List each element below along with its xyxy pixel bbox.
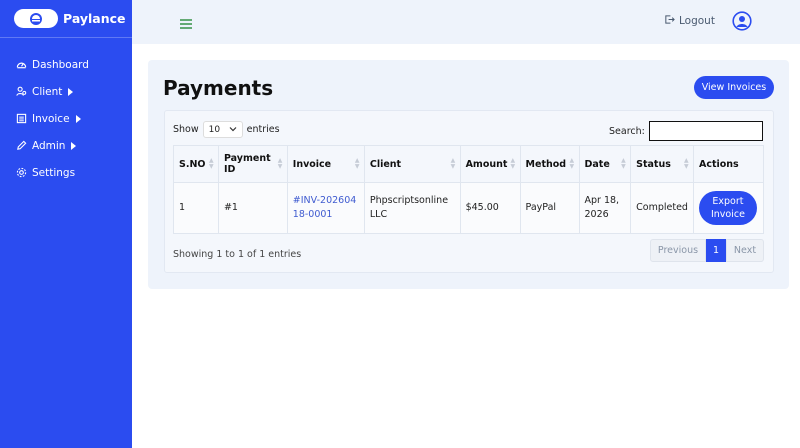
sidebar-item-admin[interactable]: Admin: [0, 132, 132, 159]
pagination: Previous 1 Next: [650, 239, 764, 262]
search-label: Search:: [609, 125, 645, 137]
sidebar-item-dashboard[interactable]: Dashboard: [0, 51, 132, 78]
table-row: 1 #1 #INV-20260418-0001 Phpscriptsonline…: [173, 182, 765, 234]
caret-right-icon: [71, 141, 77, 150]
sidebar-item-label: Dashboard: [32, 58, 89, 71]
sort-icon: ▲ ▼: [277, 157, 283, 170]
pagination-previous[interactable]: Previous: [650, 239, 706, 262]
gear-icon: [15, 167, 27, 179]
sort-icon: ▲ ▼: [450, 157, 456, 170]
entries-select[interactable]: 10: [202, 121, 243, 138]
entries-length-control: Show 10 entries: [173, 121, 280, 138]
sort-icon: ▲ ▼: [354, 157, 360, 170]
column-header-actions: Actions: [692, 145, 765, 183]
page-title: Payments: [163, 76, 274, 100]
cell-method: PayPal: [519, 182, 580, 234]
cell-sno: 1: [173, 182, 219, 234]
logout-link[interactable]: Logout: [664, 14, 715, 28]
column-header-invoice[interactable]: Invoice ▲ ▼: [286, 145, 365, 183]
logout-icon: [664, 14, 675, 28]
invoice-link[interactable]: #INV-20260418-0001: [293, 195, 357, 220]
chevron-down-icon: [229, 125, 237, 135]
user-avatar-icon[interactable]: [732, 11, 752, 31]
cell-payment-id: #1: [217, 182, 288, 234]
hamburger-menu-icon[interactable]: [180, 15, 192, 29]
sort-icon: ▲ ▼: [621, 157, 626, 170]
entries-select-value: 10: [208, 124, 221, 135]
brand-logo-icon: [14, 9, 58, 28]
column-header-method[interactable]: Method ▲ ▼: [519, 145, 580, 183]
payments-card: Payments View Invoices Show 10 entries S…: [148, 60, 789, 289]
table-info: Showing 1 to 1 of 1 entries: [173, 249, 302, 260]
length-suffix: entries: [246, 124, 280, 135]
sidebar-item-label: Client: [32, 85, 63, 98]
gauge-icon: [15, 59, 27, 71]
pagination-next[interactable]: Next: [726, 239, 764, 262]
sort-icon: ▲ ▼: [510, 157, 516, 170]
payments-table: S.NO ▲ ▼ Payment ID ▲ ▼ Invoice ▲ ▼ Client ▲ ▼ A…: [173, 145, 765, 234]
logout-label: Logout: [679, 15, 715, 27]
sidebar-item-invoice[interactable]: Invoice: [0, 105, 132, 132]
brand[interactable]: Paylance: [0, 0, 132, 38]
sidebar-item-settings[interactable]: Settings: [0, 159, 132, 186]
column-header-client[interactable]: Client ▲ ▼: [363, 145, 461, 183]
column-header-amount[interactable]: Amount ▲ ▼: [459, 145, 521, 183]
topbar: Logout: [132, 0, 800, 44]
sidebar-item-label: Settings: [32, 166, 76, 179]
sort-icon: ▲ ▼: [208, 157, 214, 170]
cell-actions: Export Invoice: [692, 182, 765, 234]
sort-icon: ▲ ▼: [683, 157, 689, 170]
invoice-icon: [15, 113, 27, 125]
pagination-page-current[interactable]: 1: [706, 239, 726, 262]
table-header-row: S.NO ▲ ▼ Payment ID ▲ ▼ Invoice ▲ ▼ Client ▲ ▼ A…: [173, 145, 765, 183]
column-header-date[interactable]: Date ▲ ▼: [578, 145, 632, 183]
sidebar-item-label: Admin: [32, 139, 66, 152]
cell-amount: $45.00: [459, 182, 521, 234]
cell-status: Completed: [630, 182, 694, 234]
pen-icon: [15, 140, 27, 152]
sidebar-item-label: Invoice: [32, 112, 70, 125]
users-icon: [15, 86, 27, 98]
sidebar-item-client[interactable]: Client: [0, 78, 132, 105]
column-header-sno[interactable]: S.NO ▲ ▼: [173, 145, 219, 183]
column-header-payment-id[interactable]: Payment ID ▲ ▼: [217, 145, 288, 183]
length-prefix: Show: [173, 124, 199, 135]
export-invoice-button[interactable]: Export Invoice: [698, 191, 757, 225]
search-input[interactable]: [648, 121, 763, 141]
cell-client: Phpscriptsonline LLC: [363, 182, 461, 234]
search-control: Search:: [609, 121, 763, 141]
sort-icon: ▲ ▼: [569, 157, 575, 170]
column-header-status[interactable]: Status ▲ ▼: [630, 145, 694, 183]
brand-name: Paylance: [63, 11, 126, 26]
view-invoices-button[interactable]: View Invoices: [694, 76, 774, 99]
caret-right-icon: [68, 87, 74, 96]
cell-invoice: #INV-20260418-0001: [286, 182, 365, 234]
caret-right-icon: [75, 114, 81, 123]
sidebar-nav: Dashboard Client Invoice Admin Settings: [0, 38, 132, 186]
payments-table-wrapper: Show 10 entries Search: S.NO ▲ ▼ Payment I…: [164, 110, 774, 273]
sidebar: Paylance Dashboard Client Invoice Admin …: [0, 0, 132, 448]
cell-date: Apr 18, 2026: [578, 182, 632, 234]
